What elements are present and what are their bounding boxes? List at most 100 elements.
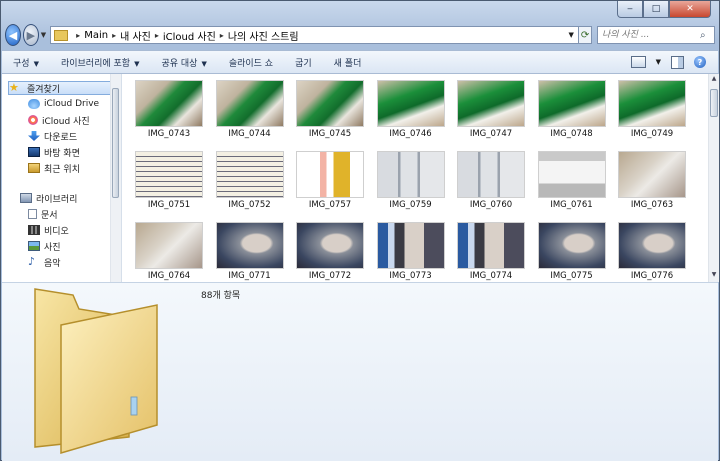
file-item[interactable]: IMG_0759: [376, 151, 445, 211]
minimize-button[interactable]: ‒: [617, 1, 643, 18]
file-thumbnail[interactable]: [296, 80, 364, 127]
sidebar-item-icloud-drive[interactable]: iCloud Drive: [28, 97, 99, 111]
file-list-scrollbar[interactable]: ▲ ▼: [708, 74, 719, 282]
thumbnail-grid: IMG_0743 IMG_0744 IMG_0745 IMG_0746 IMG_0747…: [135, 80, 705, 282]
forward-button[interactable]: ▶: [22, 24, 39, 46]
chevron-right-icon[interactable]: ▸: [155, 31, 159, 40]
file-thumbnail[interactable]: [135, 151, 203, 198]
file-thumbnail[interactable]: [457, 80, 525, 127]
cloud-icon: [28, 99, 40, 109]
file-item[interactable]: IMG_0744: [215, 80, 284, 140]
sidebar-scrollbar[interactable]: [110, 74, 121, 282]
back-button[interactable]: ◀: [5, 24, 21, 46]
sidebar-item-icloud-photos[interactable]: iCloud 사진: [28, 113, 90, 127]
preview-pane-icon[interactable]: [671, 55, 684, 69]
chevron-down-icon: ▼: [134, 59, 140, 68]
file-item[interactable]: IMG_0773: [376, 222, 445, 282]
breadcrumb-main[interactable]: Main: [84, 30, 108, 41]
file-thumbnail[interactable]: [215, 151, 284, 198]
file-item[interactable]: IMG_0771: [215, 222, 284, 282]
chevron-right-icon[interactable]: ▸: [112, 31, 116, 40]
file-item[interactable]: IMG_0746: [376, 80, 445, 140]
sidebar-item-label: iCloud Drive: [44, 99, 100, 109]
sidebar-scrollbar-thumb[interactable]: [112, 88, 119, 198]
breadcrumb-my-photo-stream[interactable]: 나의 사진 스트림: [228, 28, 299, 43]
address-history-dropdown[interactable]: ▼: [564, 31, 578, 39]
desktop-icon: [28, 147, 40, 157]
file-thumbnail[interactable]: [215, 80, 284, 127]
help-icon[interactable]: ?: [694, 56, 706, 68]
sidebar-item-favorites[interactable]: ★ 즐겨찾기: [8, 81, 116, 95]
sidebar-item-downloads[interactable]: 다운로드: [28, 129, 77, 143]
file-item[interactable]: IMG_0774: [457, 222, 525, 282]
file-item[interactable]: IMG_0764: [135, 222, 203, 282]
file-thumbnail[interactable]: [215, 222, 284, 269]
file-item[interactable]: IMG_0745: [296, 80, 364, 140]
share-with-button[interactable]: 공유 대상 ▼: [150, 56, 217, 69]
file-thumbnail[interactable]: [618, 222, 686, 269]
file-item[interactable]: IMG_0763: [618, 151, 686, 211]
sidebar-item-desktop[interactable]: 바탕 화면: [28, 145, 80, 159]
change-view-icon[interactable]: [630, 56, 646, 68]
file-name-label: IMG_0763: [630, 200, 674, 210]
file-item[interactable]: IMG_0752: [215, 151, 284, 211]
burn-button[interactable]: 굽기: [284, 56, 323, 69]
file-thumbnail[interactable]: [296, 151, 364, 198]
file-item[interactable]: IMG_0772: [296, 222, 364, 282]
sidebar-item-libraries[interactable]: 라이브러리: [20, 191, 77, 205]
file-thumbnail[interactable]: [376, 80, 445, 127]
file-item[interactable]: IMG_0751: [135, 151, 203, 211]
file-item[interactable]: IMG_0776: [618, 222, 686, 282]
chevron-down-icon[interactable]: ▼: [656, 58, 661, 66]
new-folder-button[interactable]: 새 폴더: [323, 56, 373, 69]
file-thumbnail[interactable]: [296, 222, 364, 269]
file-item[interactable]: IMG_0757: [296, 151, 364, 211]
include-in-library-button[interactable]: 라이브러리에 포함 ▼: [50, 56, 151, 69]
organize-button[interactable]: 구성 ▼: [2, 56, 50, 69]
file-thumbnail[interactable]: [618, 151, 686, 198]
file-thumbnail[interactable]: [618, 80, 686, 127]
file-thumbnail[interactable]: [376, 222, 445, 269]
breadcrumb-icloud-photos[interactable]: iCloud 사진: [163, 28, 216, 43]
close-button[interactable]: ✕: [669, 1, 711, 18]
file-item[interactable]: IMG_0748: [537, 80, 606, 140]
file-item[interactable]: IMG_0761: [537, 151, 606, 211]
file-thumbnail[interactable]: [457, 222, 525, 269]
file-thumbnail[interactable]: [537, 151, 606, 198]
file-item[interactable]: IMG_0747: [457, 80, 525, 140]
refresh-button[interactable]: ⟳: [579, 26, 592, 44]
sidebar-item-documents[interactable]: 문서: [28, 207, 58, 221]
chevron-right-icon[interactable]: ▸: [76, 31, 80, 40]
download-icon: [28, 131, 40, 141]
chevron-right-icon[interactable]: ▸: [220, 31, 224, 40]
search-icon[interactable]: ⌕: [700, 30, 706, 41]
file-thumbnail[interactable]: [135, 222, 203, 269]
file-thumbnail[interactable]: [135, 80, 203, 127]
file-item[interactable]: IMG_0775: [537, 222, 606, 282]
sidebar-item-videos[interactable]: 비디오: [28, 223, 69, 237]
file-name-label: IMG_0752: [228, 200, 271, 210]
file-thumbnail[interactable]: [376, 151, 445, 198]
scroll-down-button[interactable]: ▼: [709, 271, 719, 281]
recent-pages-dropdown[interactable]: ▼: [41, 31, 46, 39]
window-controls: ‒ □ ✕: [617, 1, 711, 19]
file-item[interactable]: IMG_0743: [135, 80, 203, 140]
sidebar-item-recent-places[interactable]: 최근 위치: [28, 161, 80, 175]
breadcrumb-my-pictures[interactable]: 내 사진: [120, 28, 151, 43]
sidebar-item-music[interactable]: ♪ 음악: [28, 255, 61, 269]
explorer-window: ‒ □ ✕ ◀ ▶ ▼ ▸ Main ▸ 내 사진 ▸ iCloud 사진 ▸ …: [0, 0, 720, 461]
file-thumbnail[interactable]: [537, 80, 606, 127]
file-thumbnail[interactable]: [457, 151, 525, 198]
search-input[interactable]: [597, 29, 700, 41]
file-thumbnail[interactable]: [537, 222, 606, 269]
file-item[interactable]: IMG_0760: [457, 151, 525, 211]
address-bar[interactable]: ▸ Main ▸ 내 사진 ▸ iCloud 사진 ▸ 나의 사진 스트림 ▼: [50, 26, 580, 44]
file-item[interactable]: IMG_0749: [618, 80, 686, 140]
scroll-up-button[interactable]: ▲: [709, 75, 719, 85]
slideshow-button[interactable]: 슬라이드 쇼: [218, 56, 284, 69]
sidebar-item-pictures[interactable]: 사진: [28, 239, 61, 253]
file-list-scrollbar-thumb[interactable]: [710, 89, 718, 117]
file-name-label: IMG_0776: [630, 271, 674, 281]
star-icon: ★: [9, 81, 19, 94]
maximize-button[interactable]: □: [643, 1, 669, 18]
